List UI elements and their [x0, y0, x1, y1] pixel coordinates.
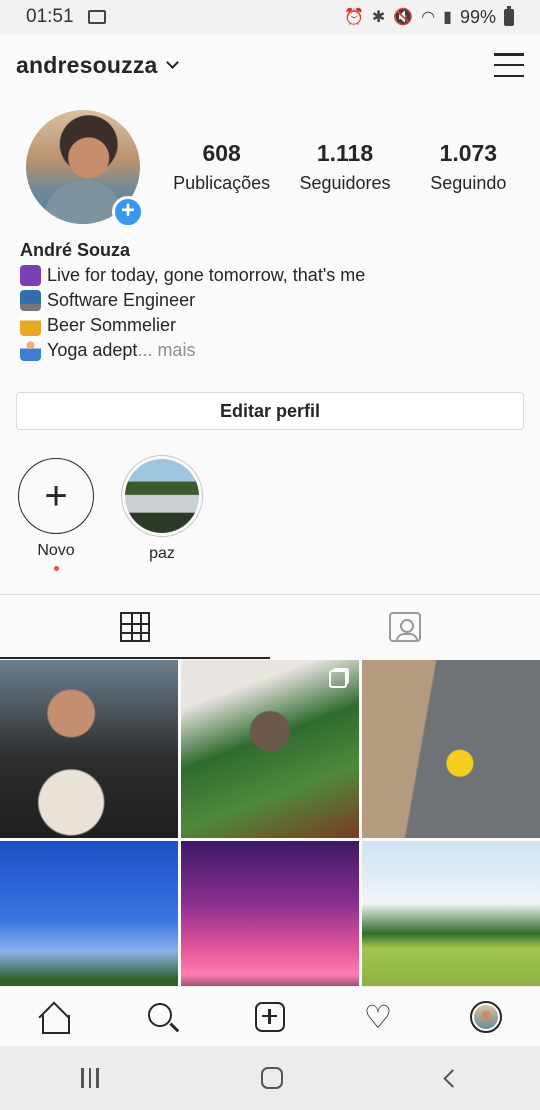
nav-search[interactable]: [137, 992, 187, 1042]
system-navigation-bar: [0, 1046, 540, 1110]
alarm-icon: ⏰: [343, 9, 364, 26]
bio-line: Beer Sommelier: [20, 313, 520, 338]
bio-text: Beer Sommelier: [47, 315, 177, 335]
grid-icon: [120, 611, 150, 642]
voicemail-icon: [87, 10, 106, 24]
new-post-icon: [255, 1001, 285, 1032]
nav-activity[interactable]: ♡: [353, 992, 403, 1042]
bio-text: Yoga adept: [47, 340, 138, 360]
profile-bio: André Souza Live for today, gone tomorro…: [20, 238, 520, 363]
yin-yang-emoji-icon: [20, 265, 41, 286]
bio-line: Yoga adept ... mais: [20, 338, 520, 363]
story-highlights: + Novo paz: [18, 455, 203, 571]
highlight-label: Novo: [37, 542, 75, 559]
highlight-ring: [121, 455, 203, 537]
profile-stats: 608 Publicações 1.118 Seguidores 1.073 S…: [160, 140, 530, 194]
multiple-photos-icon: [329, 670, 347, 688]
post-thumbnail[interactable]: [0, 660, 178, 838]
mute-icon: 🔇: [393, 9, 414, 26]
bio-text: Live for today, gone tomorrow, that's me: [47, 265, 366, 285]
username[interactable]: andresouzza: [16, 52, 158, 79]
bio-text: Software Engineer: [47, 290, 196, 310]
stat-label: Seguindo: [430, 173, 507, 193]
plus-icon: +: [18, 458, 94, 534]
notification-dot: [53, 566, 59, 571]
posts-grid: [0, 660, 540, 1019]
post-thumbnail[interactable]: [362, 660, 540, 838]
bio-line: Live for today, gone tomorrow, that's me: [20, 263, 520, 288]
profile-avatar-icon: [470, 1000, 502, 1033]
edit-profile-button[interactable]: Editar perfil: [16, 392, 524, 430]
home-icon: [39, 1002, 70, 1034]
battery-percent: 99%: [459, 6, 496, 27]
stat-number: 1.118: [316, 140, 374, 166]
add-story-plus-icon[interactable]: +: [112, 196, 144, 228]
highlight-new[interactable]: + Novo: [18, 458, 94, 571]
status-bar: 01:51 ⏰ ✱ 🔇 ◠ ▮ 99%: [0, 0, 540, 34]
tab-grid[interactable]: [0, 595, 270, 659]
stat-label: Seguidores: [299, 173, 391, 193]
bio-more-link[interactable]: ... mais: [137, 338, 195, 363]
back-icon[interactable]: [443, 1068, 462, 1088]
chevron-down-icon[interactable]: [165, 56, 179, 69]
status-icons: ⏰ ✱ 🔇 ◠ ▮ 99%: [343, 5, 514, 28]
stat-label: Publicações: [173, 173, 271, 193]
stat-number: 1.073: [439, 140, 498, 166]
bluetooth-icon: ✱: [371, 9, 386, 26]
wifi-icon: ◠: [421, 9, 436, 26]
highlight-paz[interactable]: paz: [121, 455, 203, 571]
highlight-photo: [125, 459, 199, 533]
nav-home[interactable]: [29, 992, 79, 1042]
tagged-person-icon: [389, 611, 421, 642]
post-thumbnail[interactable]: [181, 660, 359, 838]
profile-tabs: [0, 594, 540, 659]
nav-profile[interactable]: [461, 992, 511, 1042]
tab-tagged[interactable]: [270, 595, 540, 658]
highlight-label: paz: [149, 545, 175, 562]
stat-posts[interactable]: 608 Publicações: [160, 140, 283, 194]
profile-header: andresouzza: [0, 34, 540, 96]
recents-icon[interactable]: [81, 1068, 99, 1088]
signal-icon: ▮: [443, 9, 452, 26]
heart-icon: ♡: [363, 998, 393, 1035]
bottom-navigation: ♡: [0, 986, 540, 1046]
home-button-icon[interactable]: [261, 1067, 284, 1089]
stat-following[interactable]: 1.073 Seguindo: [407, 140, 530, 194]
profile-name: André Souza: [20, 240, 131, 260]
stat-followers[interactable]: 1.118 Seguidores: [283, 140, 406, 194]
laptop-emoji-icon: [20, 290, 41, 311]
nav-new-post[interactable]: [245, 992, 295, 1042]
search-icon: [148, 1002, 172, 1027]
menu-icon[interactable]: [494, 53, 524, 77]
beer-emoji-icon: [20, 315, 41, 336]
battery-icon: [504, 5, 514, 26]
status-time: 01:51: [26, 6, 74, 27]
profile-avatar[interactable]: +: [26, 110, 144, 228]
yoga-emoji-icon: [20, 340, 41, 361]
stat-number: 608: [202, 140, 241, 166]
bio-line: Software Engineer: [20, 288, 520, 313]
